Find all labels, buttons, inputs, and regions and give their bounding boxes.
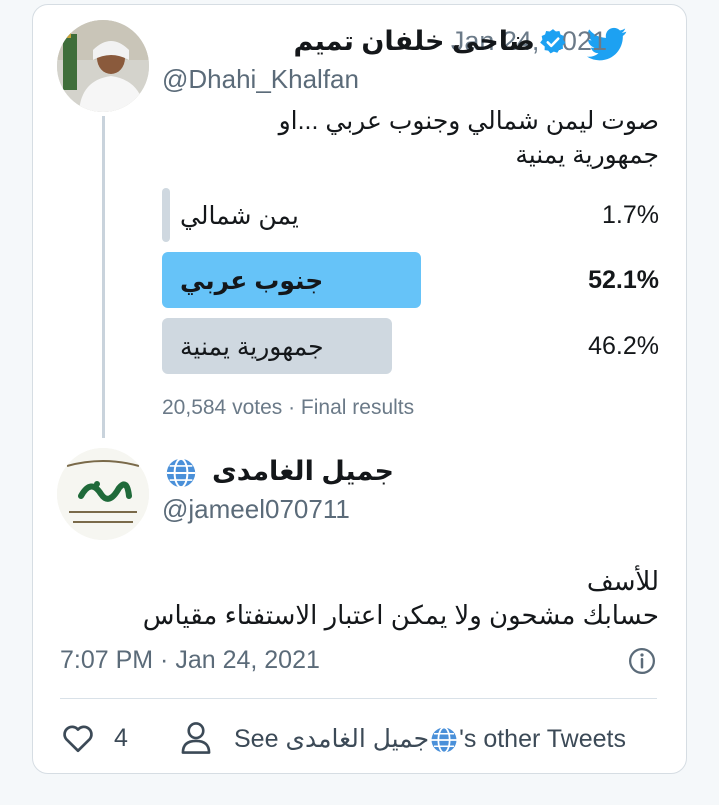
verified-badge-icon bbox=[540, 29, 566, 54]
like-count[interactable]: 4 bbox=[114, 724, 128, 753]
reply-text-line-1: للأسف bbox=[586, 566, 659, 596]
poll-summary: 20,584 votes · Final results bbox=[162, 396, 415, 419]
globe-icon bbox=[166, 457, 196, 489]
calligraphy-avatar-icon bbox=[57, 448, 149, 540]
see-prefix: See bbox=[234, 725, 279, 753]
heart-icon[interactable] bbox=[60, 720, 96, 756]
author-handle[interactable]: @Dhahi_Khalfan bbox=[162, 64, 359, 95]
reply-text-line-2: حسابك مشحون ولا يمكن اعتبار الاستفتاء مق… bbox=[142, 600, 659, 630]
reply-author-handle[interactable]: @jameel070711 bbox=[162, 494, 350, 525]
see-name: جميل الغامدى bbox=[285, 725, 430, 753]
reply-author-name[interactable]: جميل الغامدى bbox=[212, 456, 394, 487]
see-other-tweets-link[interactable]: See جميل الغامدى 's other Tweets bbox=[234, 724, 626, 755]
globe-icon bbox=[431, 727, 457, 754]
poll-option-percent: 1.7% bbox=[602, 201, 659, 229]
author-name[interactable]: ضاحى خلفان تميم bbox=[293, 26, 535, 57]
person-icon[interactable] bbox=[180, 720, 212, 756]
info-icon[interactable] bbox=[627, 646, 657, 676]
poll-option-label: جنوب عربي bbox=[180, 267, 324, 295]
thread-connector-line bbox=[102, 116, 105, 438]
poll-option-percent: 46.2% bbox=[588, 332, 659, 360]
poll-option-label: جمهورية يمنية bbox=[180, 333, 324, 361]
avatar-photo-icon bbox=[57, 20, 149, 112]
tweet-text: صوت ليمن شمالي وجنوب عربي ...او جمهورية … bbox=[278, 107, 659, 169]
reply-avatar[interactable] bbox=[57, 448, 149, 540]
avatar[interactable] bbox=[57, 20, 149, 112]
poll-option-percent: 52.1% bbox=[588, 266, 659, 294]
reply-timestamp[interactable]: 7:07 PM · Jan 24, 2021 bbox=[60, 646, 320, 675]
divider bbox=[60, 698, 657, 699]
poll-option-label: يمن شمالي bbox=[180, 202, 299, 230]
see-suffix: 's other Tweets bbox=[459, 725, 626, 753]
poll-bar-option-1 bbox=[162, 188, 170, 242]
